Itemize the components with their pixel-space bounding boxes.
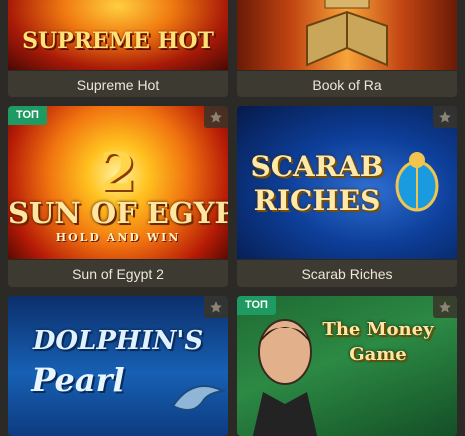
game-art-title-2: RICHES [253, 184, 381, 217]
game-thumbnail[interactable]: SCARAB RICHES [237, 106, 457, 259]
game-art-title: SUN OF EGYPT [8, 196, 228, 230]
game-art-title: SUPREME HOT [22, 28, 214, 54]
game-art-number: 2 [99, 142, 137, 203]
book-art [306, 0, 388, 67]
game-art-title-2: Game [349, 344, 407, 365]
game-art-title: The Money [322, 319, 434, 340]
game-thumbnail[interactable]: DOLPHIN'S Pearl [8, 296, 228, 436]
game-thumbnail[interactable]: 2 SUN OF EGYPT HOLD AND WIN [8, 106, 228, 259]
game-thumbnail[interactable] [237, 0, 457, 70]
game-card-dolphins-pearl[interactable]: DOLPHIN'S Pearl [8, 296, 228, 436]
favorite-button[interactable] [204, 296, 228, 318]
top-badge: ТОП [8, 106, 47, 125]
game-art-title-2: Pearl [31, 361, 125, 399]
star-icon [439, 111, 451, 123]
game-thumbnail[interactable]: The Money Game [237, 296, 457, 436]
game-title[interactable]: Sun of Egypt 2 [8, 259, 228, 287]
star-icon [210, 301, 222, 313]
star-icon [439, 301, 451, 313]
game-title[interactable]: Scarab Riches [237, 259, 457, 287]
game-card-the-money-game[interactable]: The Money Game ТОП [237, 296, 457, 436]
game-card-sun-of-egypt-2[interactable]: 2 SUN OF EGYPT HOLD AND WIN ТОП Sun of E… [8, 106, 228, 287]
game-card-scarab-riches[interactable]: SCARAB RICHES Scarab Riches [237, 106, 457, 287]
game-art-subtitle: HOLD AND WIN [55, 231, 181, 244]
star-icon [210, 111, 222, 123]
game-title[interactable]: Book of Ra [237, 70, 457, 97]
game-card-book-of-ra[interactable]: Book of Ra [237, 0, 457, 97]
favorite-button[interactable] [433, 106, 457, 128]
top-badge: ТОП [237, 296, 276, 315]
game-art-title: SCARAB [250, 150, 384, 183]
game-thumbnail[interactable]: SUPREME HOT [8, 0, 228, 70]
game-title[interactable]: Supreme Hot [8, 70, 228, 97]
game-card-supreme-hot[interactable]: SUPREME HOT Supreme Hot [8, 0, 228, 97]
favorite-button[interactable] [204, 106, 228, 128]
game-grid: SUPREME HOT Supreme Hot Book of Ra 2 SUN… [0, 0, 465, 436]
game-art-title: DOLPHIN'S [32, 326, 204, 356]
favorite-button[interactable] [433, 296, 457, 318]
